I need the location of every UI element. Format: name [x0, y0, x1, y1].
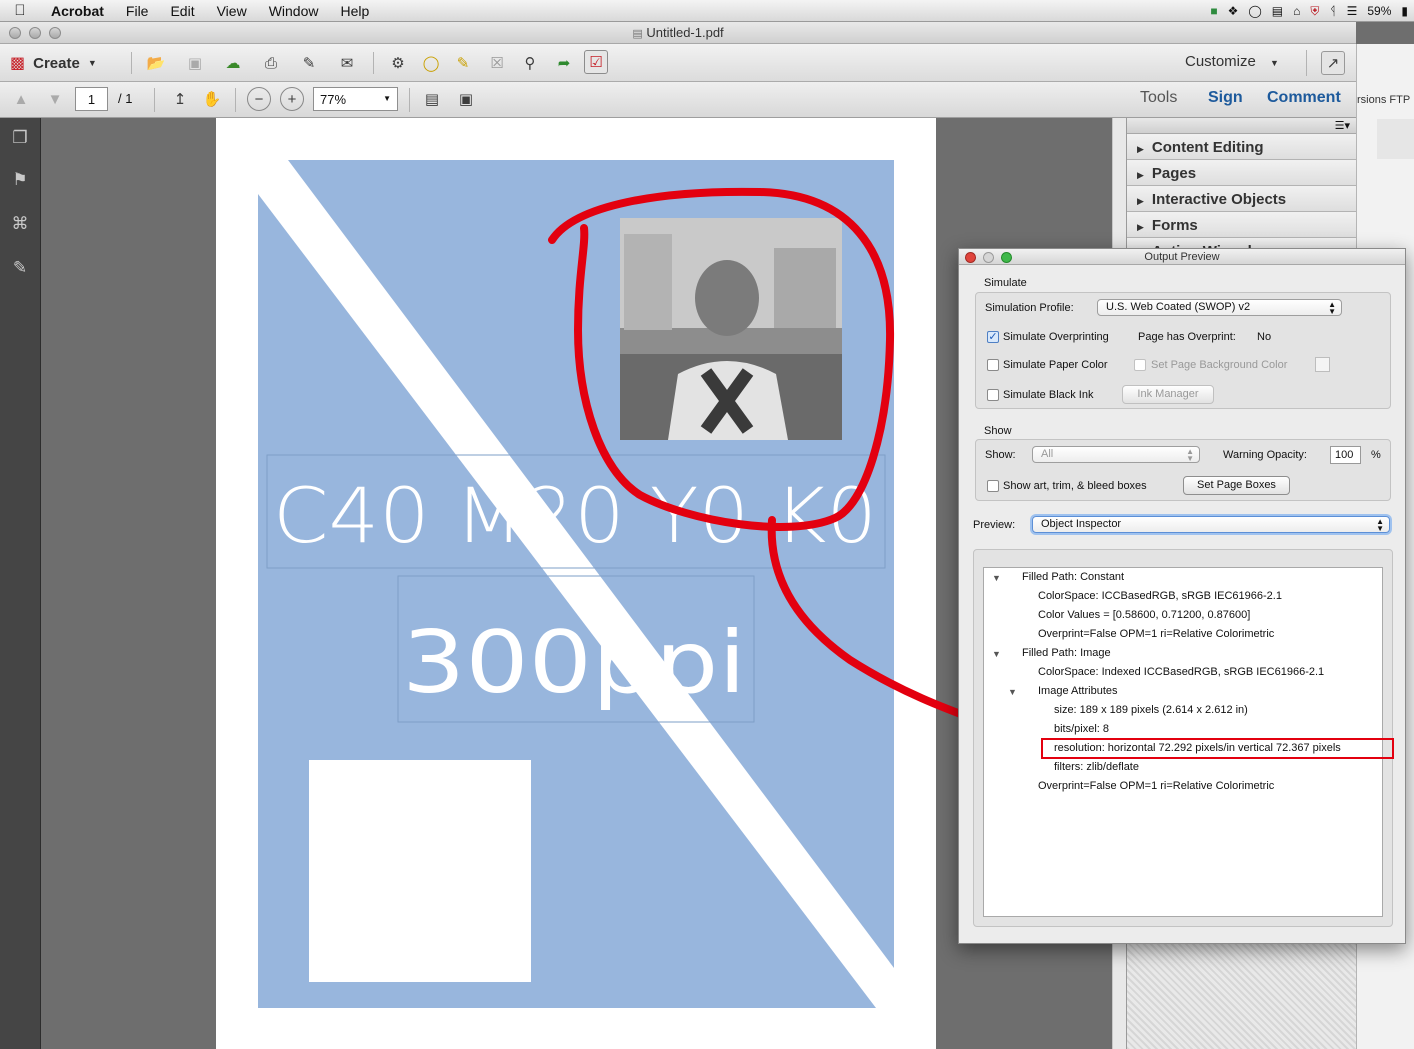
tree-item[interactable]: filters: zlib/deflate: [1054, 761, 1139, 773]
set-page-boxes-button[interactable]: Set Page Boxes: [1183, 476, 1290, 495]
simulate-group-label: Simulate: [984, 277, 1027, 289]
simulate-paper-color-label: Simulate Paper Color: [1003, 359, 1108, 371]
tree-item[interactable]: Image Attributes: [1038, 685, 1118, 697]
set-page-background-checkbox[interactable]: [1134, 359, 1146, 371]
show-group-label: Show: [984, 425, 1012, 437]
set-page-background-label: Set Page Background Color: [1151, 359, 1288, 371]
preview-select[interactable]: Object Inspector ▲ ▼: [1032, 516, 1390, 533]
tree-item[interactable]: Overprint=False OPM=1 ri=Relative Colori…: [1038, 628, 1274, 640]
disclosure-triangle-icon: ▶: [1137, 222, 1144, 232]
tree-item[interactable]: ColorSpace: ICCBasedRGB, sRGB IEC61966-2…: [1038, 590, 1282, 602]
tree-item[interactable]: bits/pixel: 8: [1054, 723, 1109, 735]
select-arrows-icon: ▲ ▼: [1376, 517, 1384, 533]
show-label: Show:: [985, 449, 1016, 461]
simulate-black-ink-checkbox[interactable]: [987, 389, 999, 401]
panel-forms[interactable]: ▶ Forms: [1127, 212, 1356, 238]
simulate-paper-color-checkbox[interactable]: [987, 359, 999, 371]
select-arrows-icon: ▲ ▼: [1186, 447, 1194, 463]
tree-item[interactable]: ColorSpace: Indexed ICCBasedRGB, sRGB IE…: [1038, 666, 1324, 678]
simulate-overprinting-checkbox[interactable]: ✓: [987, 331, 999, 343]
ink-manager-button[interactable]: Ink Manager: [1122, 385, 1214, 404]
dialog-title: Output Preview: [959, 249, 1405, 265]
panel-interactive-objects[interactable]: ▶ Interactive Objects: [1127, 186, 1356, 212]
warning-opacity-input[interactable]: 100: [1330, 446, 1361, 464]
tree-item[interactable]: Color Values = [0.58600, 0.71200, 0.8760…: [1038, 609, 1250, 621]
simulate-black-ink-label: Simulate Black Ink: [1003, 389, 1094, 401]
panel-pages[interactable]: ▶ Pages: [1127, 160, 1356, 186]
panel-content-editing[interactable]: ▶ Content Editing: [1127, 134, 1356, 160]
zoom-dialog-button[interactable]: [1001, 252, 1012, 263]
annotation-circle: [548, 187, 895, 531]
resolution-highlight-box: [1041, 738, 1394, 759]
minimize-dialog-button[interactable]: [983, 252, 994, 263]
disclosure-open-icon[interactable]: ▼: [992, 649, 1001, 659]
percent-label: %: [1371, 449, 1381, 461]
close-dialog-button[interactable]: [965, 252, 976, 263]
pane-options-icon[interactable]: ☰▾: [1335, 119, 1350, 132]
disclosure-triangle-icon: ▶: [1137, 144, 1144, 154]
tree-item[interactable]: Filled Path: Constant: [1022, 571, 1124, 583]
show-select[interactable]: All ▲ ▼: [1032, 446, 1200, 463]
tree-item[interactable]: size: 189 x 189 pixels (2.614 x 2.612 in…: [1054, 704, 1248, 716]
warning-opacity-label: Warning Opacity:: [1223, 449, 1307, 461]
disclosure-triangle-icon: ▶: [1137, 170, 1144, 180]
select-arrows-icon: ▲ ▼: [1328, 300, 1336, 316]
tree-item[interactable]: Filled Path: Image: [1022, 647, 1111, 659]
show-boxes-label: Show art, trim, & bleed boxes: [1003, 480, 1147, 492]
tools-pane-header: ☰▾: [1127, 118, 1356, 134]
page-has-overprint-label: Page has Overprint:: [1138, 331, 1236, 343]
annotation-arrow-line: [767, 516, 989, 727]
preview-label: Preview:: [973, 519, 1016, 531]
simulate-overprinting-label: Simulate Overprinting: [1003, 331, 1109, 343]
output-preview-dialog: Output Preview Simulate Simulation Profi…: [958, 248, 1406, 944]
page-background-swatch[interactable]: [1315, 357, 1330, 372]
show-boxes-checkbox[interactable]: [987, 480, 999, 492]
disclosure-triangle-icon: ▶: [1137, 196, 1144, 206]
disclosure-open-icon[interactable]: ▼: [1008, 687, 1017, 697]
disclosure-open-icon[interactable]: ▼: [992, 573, 1001, 583]
page-has-overprint-value: No: [1257, 331, 1272, 343]
tree-item[interactable]: Overprint=False OPM=1 ri=Relative Colori…: [1038, 780, 1274, 792]
simulation-profile-label: Simulation Profile:: [985, 302, 1074, 314]
simulation-profile-select[interactable]: U.S. Web Coated (SWOP) v2 ▲ ▼: [1097, 299, 1342, 316]
